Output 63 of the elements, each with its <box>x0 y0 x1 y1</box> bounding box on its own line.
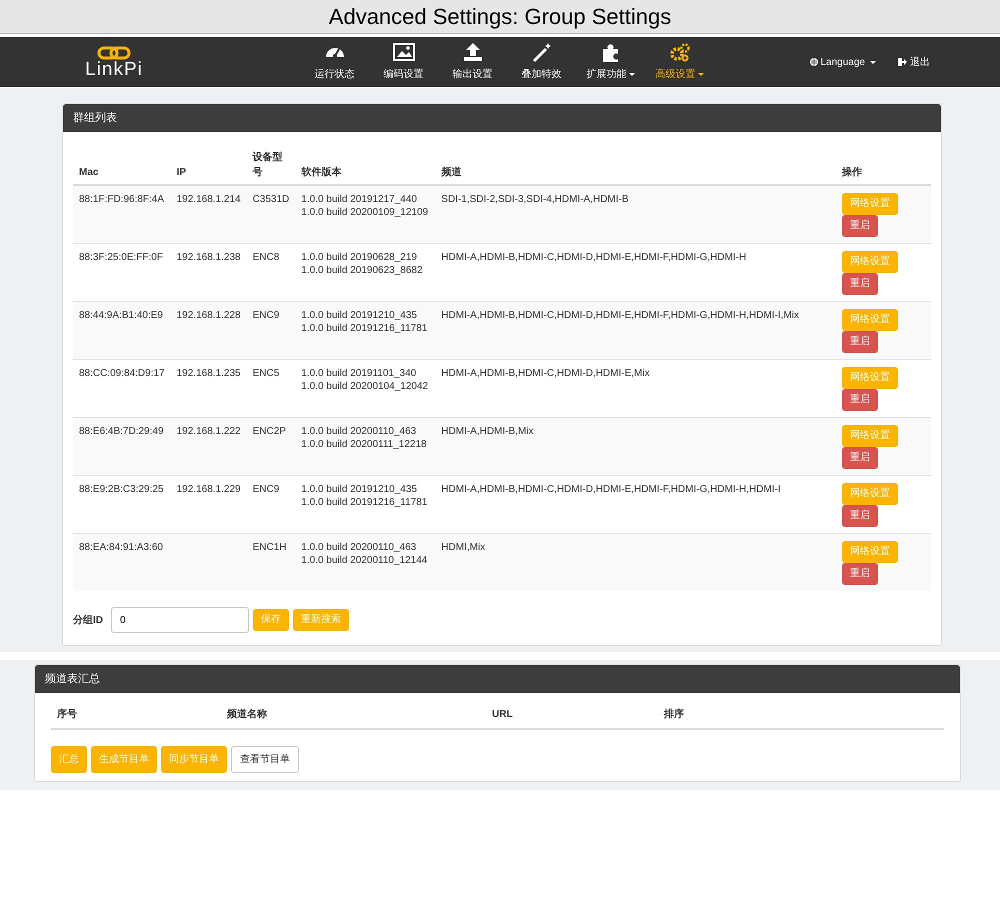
restart-button[interactable]: 重启 <box>842 272 878 294</box>
version-text: 1.0.0 build 20200110_463 <box>301 424 418 438</box>
table-cell: ENC1H <box>246 533 296 591</box>
restart-button[interactable]: 重启 <box>842 330 878 352</box>
group-id-label: 分组ID <box>73 614 103 628</box>
table-cell: 88:EA:84:91:A3:60 <box>73 533 171 591</box>
table-cell: HDMI-A,HDMI-B,HDMI-C,HDMI-D,HDMI-E,HDMI-F,HDMI-G,HDMI-H,HDMI-I,Mix <box>435 301 836 359</box>
version-text: 1.0.0 build 20191216_11781 <box>301 322 428 334</box>
table-cell: HDMI-A,HDMI-B,Mix <box>435 417 836 475</box>
column-header: 序号 <box>51 693 221 729</box>
image-icon <box>392 42 414 63</box>
table-cell: ENC9 <box>246 301 296 359</box>
version-text: 1.0.0 build 20200109_12109 <box>301 206 430 219</box>
table-cell: C3531D <box>246 185 296 243</box>
version-text: 1.0.0 build 20191216_11781 <box>301 496 428 508</box>
nav-tab[interactable]: 输出设置 <box>438 42 507 82</box>
version-text: 1.0.0 build 20191210_435 <box>301 482 418 496</box>
table-cell: 88:1F:FD:96:8F:4A <box>73 185 171 243</box>
nav-tab[interactable]: 运行状态 <box>300 42 369 82</box>
restart-button[interactable]: 重启 <box>842 562 878 584</box>
restart-button[interactable]: 重启 <box>842 388 878 410</box>
magic-wand-icon <box>530 42 552 63</box>
table-cell: ENC2P <box>246 417 296 475</box>
panel-title: 群组列表 <box>73 110 117 126</box>
version-text: 1.0.0 build 20200110_463 <box>301 540 418 554</box>
panel-title: 频道表汇总 <box>45 672 100 687</box>
table-cell: HDMI,Mix <box>435 533 836 591</box>
table-cell: 88:44:9A:B1:40:E9 <box>73 301 171 359</box>
version-text: 1.0.0 build 20191101_340 <box>301 366 418 380</box>
nav-tab[interactable]: 扩展功能 <box>576 42 645 82</box>
version-text: 1.0.0 build 20191217_440 <box>301 193 418 206</box>
column-header: 排序 <box>658 693 944 729</box>
version-text: 1.0.0 build 20191210_435 <box>301 308 418 322</box>
brand-logo[interactable]: LinkPi <box>85 60 143 78</box>
table-cell: 192.168.1.214 <box>170 185 247 243</box>
version-text: 1.0.0 build 20200110_12144 <box>301 554 428 566</box>
globe-icon <box>810 58 818 66</box>
language-menu[interactable]: Language <box>810 54 876 70</box>
gears-icon <box>668 42 690 63</box>
group-id-field[interactable]: 0 <box>111 607 249 633</box>
table-cell: 88:E6:4B:7D:29:49 <box>73 417 171 475</box>
restart-button[interactable]: 重启 <box>842 446 878 468</box>
nav-tab[interactable]: 高级设置 <box>645 42 714 82</box>
version-text: 1.0.0 build 20190628_219 <box>301 250 418 264</box>
nav-tab[interactable]: 编码设置 <box>369 42 438 82</box>
table-cell: 192.168.1.228 <box>170 301 247 359</box>
upload-icon <box>462 42 484 63</box>
table-cell: SDI-1,SDI-2,SDI-3,SDI-4,HDMI-A,HDMI-B <box>435 185 836 243</box>
view-schedule-button[interactable]: 查看节目单 <box>231 746 299 773</box>
restart-button[interactable]: 重启 <box>842 215 878 237</box>
caret-icon <box>870 60 876 64</box>
restart-button[interactable]: 重启 <box>842 504 878 526</box>
link-logo-icon <box>97 46 131 60</box>
nav-tab[interactable]: 叠加特效 <box>507 42 576 82</box>
version-text: 1.0.0 build 20200104_12042 <box>301 380 430 392</box>
caption-title: Advanced Settings: Group Settings <box>328 3 672 31</box>
version-text: 1.0.0 build 20200111_12218 <box>301 438 428 450</box>
table-cell: 192.168.1.222 <box>170 417 247 475</box>
version-text: 1.0.0 build 20190623_8682 <box>301 264 424 276</box>
column-header: 频道名称 <box>221 693 486 729</box>
logout-icon <box>898 58 907 66</box>
column-header: URL <box>486 693 658 729</box>
logout-link[interactable]: 退出 <box>898 54 930 70</box>
